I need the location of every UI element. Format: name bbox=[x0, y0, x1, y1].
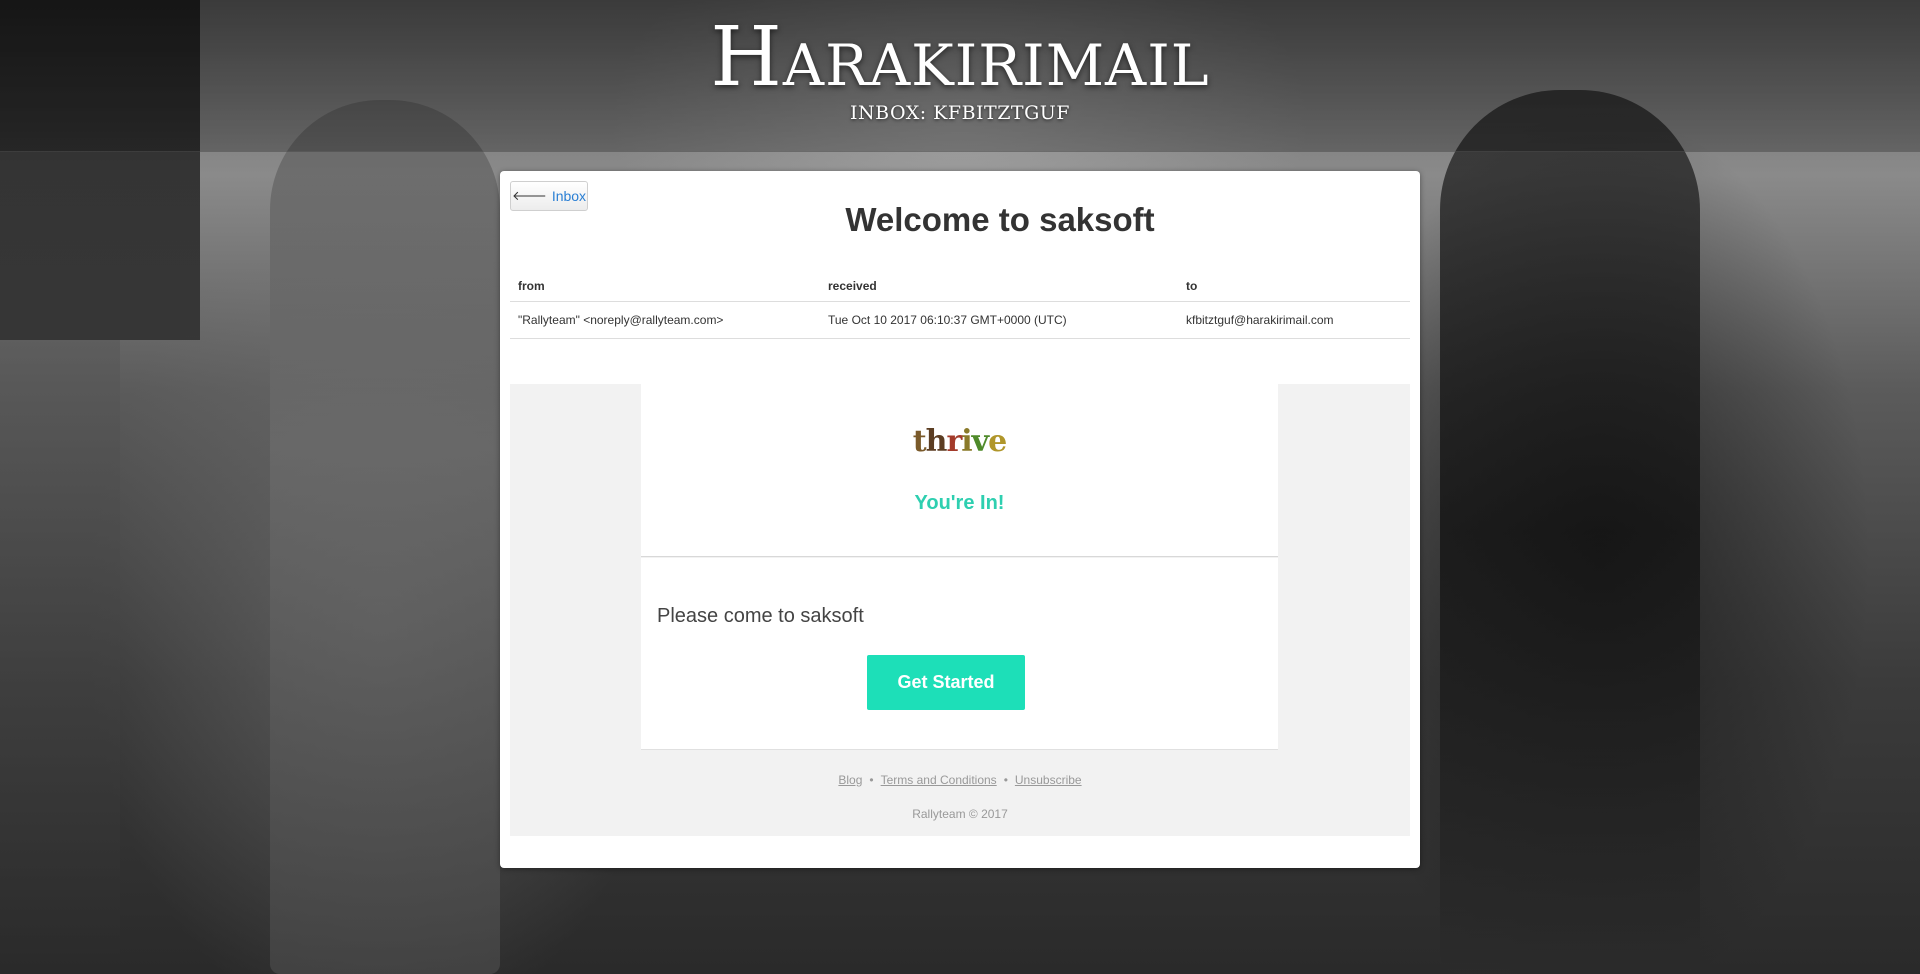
message-panel: 🡐 Inbox Welcome to saksoft from received… bbox=[500, 171, 1420, 868]
background-figure bbox=[270, 100, 500, 974]
email-body: thrive You're In! Please come to saksoft… bbox=[510, 384, 1410, 836]
blog-link[interactable]: Blog bbox=[838, 773, 862, 787]
header-received: received bbox=[820, 271, 1178, 302]
from-value: "Rallyteam" <noreply@rallyteam.com> bbox=[510, 301, 820, 339]
email-copyright: Rallyteam © 2017 bbox=[912, 807, 1008, 821]
logo-text: thrive bbox=[912, 424, 1007, 459]
site-title: Harakirimail bbox=[710, 10, 1210, 105]
thrive-logo: thrive bbox=[641, 424, 1278, 459]
email-card-content: Please come to saksoft Get Started bbox=[641, 558, 1278, 750]
header-to: to bbox=[1178, 271, 1410, 302]
message-headers-table: from received to "Rallyteam" <noreply@ra… bbox=[510, 271, 1410, 339]
inbox-label: INBOX: KFBITZTGUF bbox=[850, 102, 1070, 124]
received-value: Tue Oct 10 2017 06:10:37 GMT+0000 (UTC) bbox=[820, 301, 1178, 339]
terms-link[interactable]: Terms and Conditions bbox=[881, 773, 997, 787]
background-shadow bbox=[0, 340, 120, 974]
message-subject: Welcome to saksoft bbox=[845, 201, 1155, 238]
logo-letter: i bbox=[961, 424, 972, 459]
logo-letter: e bbox=[988, 424, 1007, 459]
email-card-header: thrive You're In! bbox=[641, 384, 1278, 557]
table-header-row: from received to bbox=[510, 271, 1410, 302]
logo-letter: t bbox=[912, 424, 927, 459]
email-footer-links: Blog • Terms and Conditions • Unsubscribe bbox=[510, 773, 1410, 787]
email-body-text: Please come to saksoft bbox=[657, 605, 864, 627]
logo-letter: r bbox=[946, 424, 962, 459]
to-value: kfbitztguf@harakirimail.com bbox=[1178, 301, 1410, 339]
email-headline: You're In! bbox=[914, 492, 1005, 514]
separator: • bbox=[869, 773, 874, 787]
logo-letter: h bbox=[925, 424, 948, 459]
table-row: "Rallyteam" <noreply@rallyteam.com> Tue … bbox=[510, 301, 1410, 339]
separator: • bbox=[1003, 773, 1008, 787]
get-started-button[interactable]: Get Started bbox=[867, 655, 1025, 710]
logo-letter: v bbox=[971, 424, 989, 459]
header-from: from bbox=[510, 271, 820, 302]
unsubscribe-link[interactable]: Unsubscribe bbox=[1015, 773, 1082, 787]
